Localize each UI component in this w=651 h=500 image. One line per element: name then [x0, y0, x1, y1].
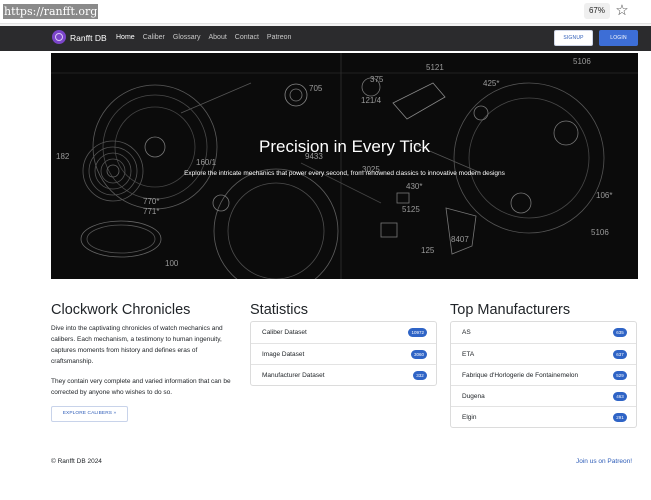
nav-link-patreon[interactable]: Patreon: [267, 33, 292, 43]
list-item[interactable]: AS 635: [451, 322, 636, 343]
signup-button[interactable]: SIGNUP: [554, 30, 593, 46]
manufacturers-list: AS 635 ETA 637 Fabrique d'Horlogerie de …: [450, 321, 637, 428]
list-item-label: Manufacturer Dataset: [262, 372, 325, 379]
nav-link-about[interactable]: About: [209, 33, 227, 43]
part-number-label: 125: [421, 246, 435, 255]
part-number-label: 430*: [406, 182, 422, 191]
nav-link-home[interactable]: Home: [116, 33, 135, 43]
part-number-label: 160/1: [196, 158, 217, 167]
explore-calibers-button[interactable]: EXPLORE CALIBERS »: [51, 406, 128, 422]
part-number-label: 5125: [402, 205, 420, 214]
part-number-label: 5106: [591, 228, 609, 237]
part-number-label: 375: [370, 75, 384, 84]
list-item[interactable]: Caliber Dataset 10972: [251, 322, 436, 343]
footer-copyright: © Ranfft DB 2024: [51, 458, 102, 465]
count-badge: 10972: [408, 328, 427, 337]
part-number-label: 425*: [483, 79, 499, 88]
address-bar-url[interactable]: https://ranfft.org: [3, 4, 99, 19]
manufacturers-title: Top Manufacturers: [450, 302, 571, 318]
patreon-link[interactable]: Join us on Patreon!: [576, 457, 632, 467]
nav-links: Home Caliber Glossary About Contact Patr…: [116, 33, 291, 43]
gear-logo-icon[interactable]: [52, 30, 66, 44]
statistics-title: Statistics: [250, 302, 309, 318]
hero-title: Precision in Every Tick: [259, 137, 430, 156]
nav-link-contact[interactable]: Contact: [235, 33, 259, 43]
count-badge: 637: [613, 350, 627, 359]
list-item[interactable]: Manufacturer Dataset 332: [251, 364, 436, 385]
chronicles-paragraph-1: Dive into the captivating chronicles of …: [51, 325, 223, 365]
login-button[interactable]: LOGIN: [599, 30, 638, 46]
nav-link-caliber[interactable]: Caliber: [143, 33, 165, 43]
count-badge: 635: [613, 328, 627, 337]
list-item-label: AS: [462, 329, 471, 336]
part-number-label: 5121: [426, 63, 444, 72]
brand-name[interactable]: Ranfft DB: [70, 32, 107, 44]
list-item-label: Fabrique d'Horlogerie de Fontainemelon: [462, 372, 579, 379]
part-number-label: 770*: [143, 197, 159, 206]
hero-subtitle: Explore the intricate mechanics that pow…: [184, 170, 505, 177]
count-badge: 3060: [410, 350, 427, 359]
chronicles-title: Clockwork Chronicles: [51, 302, 191, 318]
statistics-list: Caliber Dataset 10972 Image Dataset 3060…: [250, 321, 437, 386]
part-number-label: 100: [165, 259, 179, 268]
site-navbar: Ranfft DB Home Caliber Glossary About Co…: [0, 26, 651, 51]
list-item[interactable]: Fabrique d'Horlogerie de Fontainemelon 5…: [451, 364, 636, 385]
star-outline-icon[interactable]: ☆: [614, 1, 630, 19]
count-badge: 529: [613, 371, 627, 380]
part-number-label: 705: [309, 84, 323, 93]
count-badge: 332: [413, 371, 427, 380]
part-number-label: 121/4: [361, 96, 382, 105]
list-item-label: Elgin: [462, 414, 477, 421]
watch-movement-illustration: 5121 5106 375 121/4 705 425* 182 160/1 9…: [51, 53, 638, 279]
list-item-label: ETA: [462, 351, 475, 358]
list-item[interactable]: Image Dataset 3060: [251, 343, 436, 364]
list-item-label: Image Dataset: [262, 351, 305, 358]
chronicles-paragraph-2: They contain very complete and varied in…: [51, 378, 231, 396]
list-item[interactable]: Elgin 291: [451, 406, 636, 427]
list-item-label: Dugena: [462, 393, 485, 400]
part-number-label: 771*: [143, 207, 159, 216]
part-number-label: 8407: [451, 235, 469, 244]
list-item[interactable]: ETA 637: [451, 343, 636, 364]
part-number-label: 5106: [573, 57, 591, 66]
browser-toolbar: https://ranfft.org 67% ☆: [0, 0, 651, 24]
count-badge: 463: [613, 392, 627, 401]
list-item[interactable]: Dugena 463: [451, 385, 636, 406]
hero-banner: 5121 5106 375 121/4 705 425* 182 160/1 9…: [51, 53, 638, 279]
nav-link-glossary[interactable]: Glossary: [173, 33, 201, 43]
list-item-label: Caliber Dataset: [262, 329, 307, 336]
zoom-level-button[interactable]: 67%: [584, 3, 610, 19]
part-number-label: 106*: [596, 191, 612, 200]
count-badge: 291: [613, 413, 627, 422]
